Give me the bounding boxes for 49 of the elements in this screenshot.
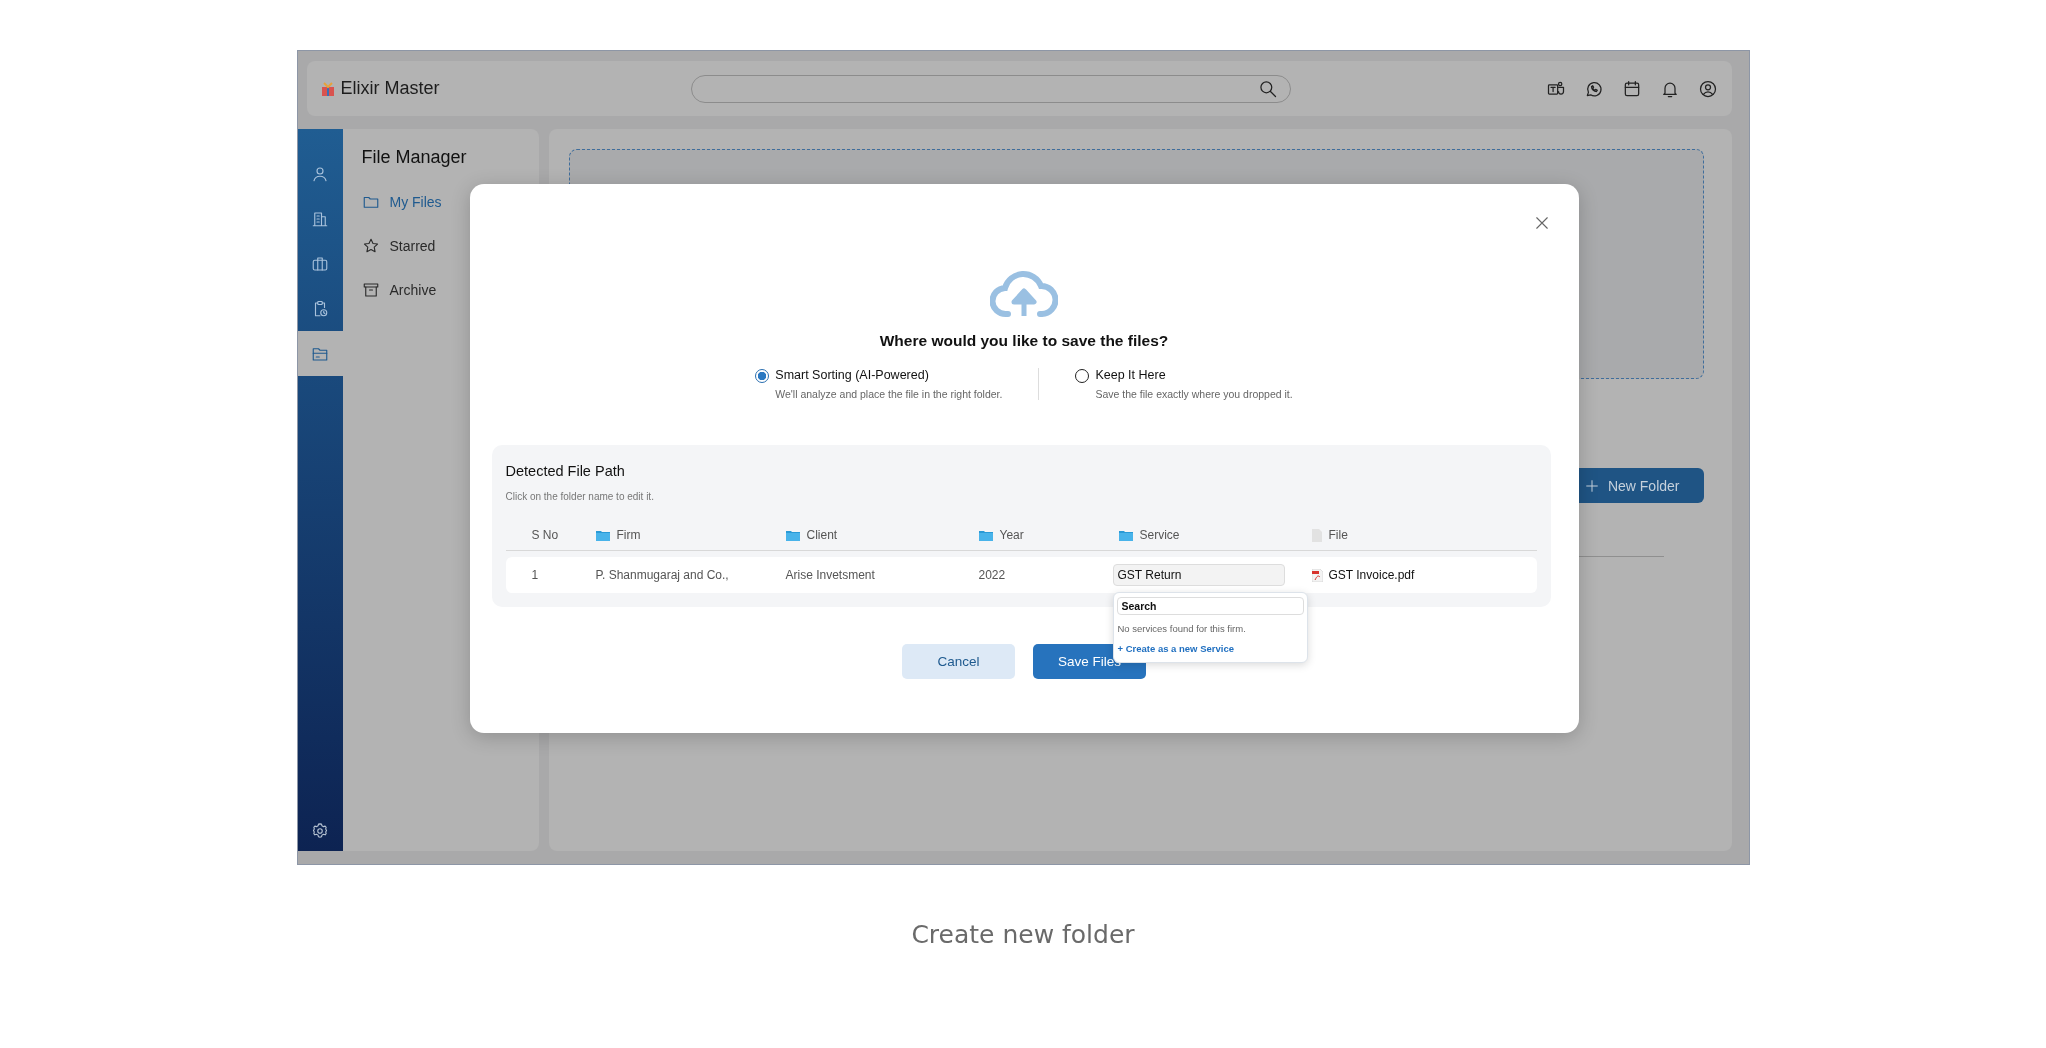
- column-header: Year: [999, 528, 1024, 542]
- table-cell-text: P. Shanmugaraj and Co.,: [595, 568, 730, 582]
- folder-icon: [1118, 529, 1133, 541]
- search-icon: [1257, 78, 1278, 99]
- app-title: Elixir Master: [340, 78, 440, 99]
- column-header: Service: [1139, 528, 1180, 542]
- table-cell-text: 2022: [978, 568, 1007, 582]
- table-cell-text: 1: [530, 568, 540, 582]
- rail-item[interactable]: [297, 331, 343, 376]
- pdf-file-icon: [1311, 568, 1323, 582]
- building-icon: [311, 209, 329, 228]
- column-header: Firm: [616, 528, 641, 542]
- cancel-button[interactable]: Cancel: [902, 644, 1015, 679]
- star-icon: [361, 237, 380, 255]
- person-icon: [311, 164, 329, 183]
- radio-button[interactable]: [1075, 369, 1090, 383]
- option-label: Keep It Here: [1095, 368, 1167, 382]
- column-header: S No: [531, 528, 559, 542]
- table-cell-text: Arise Invetsment: [785, 568, 876, 582]
- briefcase-icon: [311, 254, 329, 273]
- dialog-question: Where would you like to save the files?: [879, 332, 1169, 350]
- section-hint: Click on the folder name to edit it.: [505, 491, 655, 502]
- panel-title: File Manager: [361, 147, 468, 168]
- gift-logo-icon: [320, 81, 335, 96]
- section-title: Detected File Path: [505, 463, 626, 479]
- account-button[interactable]: [1697, 78, 1718, 99]
- folder-icon: [595, 529, 610, 541]
- plus-icon: [1583, 477, 1600, 494]
- nav-item[interactable]: My Files: [361, 180, 442, 224]
- column-header: File: [1328, 528, 1348, 542]
- nav-item[interactable]: Starred: [361, 224, 436, 268]
- folder-icon: [978, 529, 993, 541]
- radio-button[interactable]: [755, 369, 770, 383]
- search-field[interactable]: Search: [1116, 597, 1304, 615]
- option-description: Save the file exactly where you dropped it.: [1095, 388, 1293, 400]
- nav-item[interactable]: Archive: [361, 268, 437, 312]
- service-field[interactable]: GST Return: [1112, 564, 1285, 586]
- caption: Create new folder: [911, 920, 1135, 949]
- account-icon: [1697, 78, 1718, 99]
- option-label: Smart Sorting (AI-Powered): [775, 368, 930, 382]
- file-name: GST Invoice.pdf: [1328, 568, 1415, 582]
- create-service-link[interactable]: + Create as a new Service: [1117, 643, 1304, 654]
- archive-box-icon: [361, 281, 380, 299]
- option-description: We'll analyze and place the file in the right folder.: [775, 388, 1003, 400]
- empty-message: No services found for this firm.: [1117, 623, 1247, 634]
- folder-icon: [785, 529, 800, 541]
- cloud-upload-icon: [990, 270, 1058, 318]
- settings-icon: [311, 822, 329, 840]
- column-header: Client: [806, 528, 838, 542]
